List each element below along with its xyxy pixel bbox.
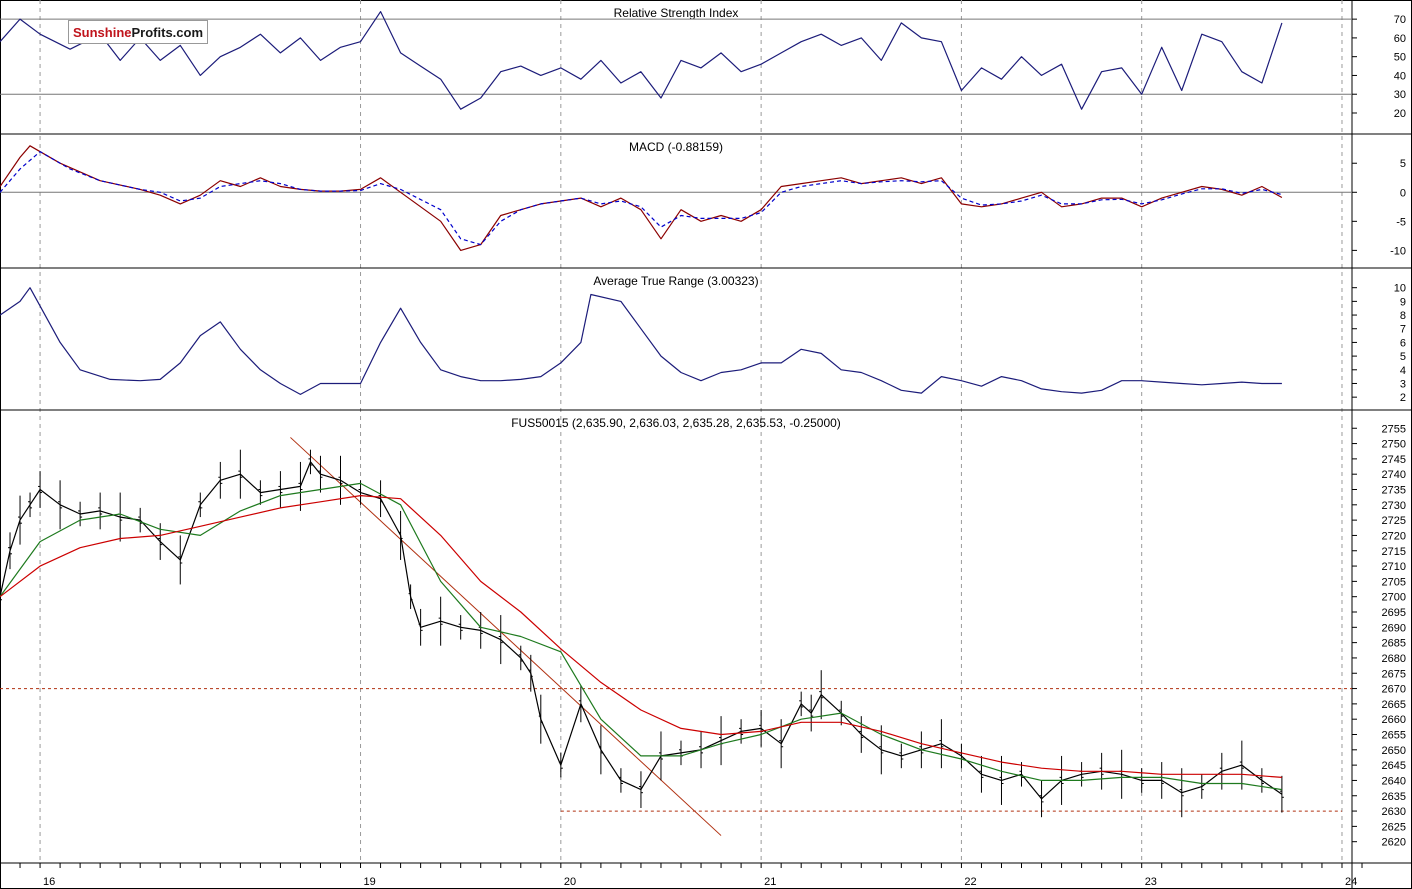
y-tick-label: 2650 xyxy=(1382,745,1406,757)
panel-title: Relative Strength Index xyxy=(614,6,739,20)
y-tick-label: 2755 xyxy=(1382,423,1406,435)
y-tick-label: 2645 xyxy=(1382,760,1406,772)
y-tick-label: 2705 xyxy=(1382,576,1406,588)
y-tick-label: 2745 xyxy=(1382,454,1406,466)
y-tick-label: 2 xyxy=(1400,392,1406,404)
y-tick-label: 2695 xyxy=(1382,607,1406,619)
panel-title: MACD (-0.88159) xyxy=(629,140,723,154)
y-tick-label: 2730 xyxy=(1382,500,1406,512)
y-tick-label: 40 xyxy=(1394,70,1406,82)
y-tick-label: -5 xyxy=(1396,216,1406,228)
y-tick-label: 10 xyxy=(1394,283,1406,295)
y-tick-label: -10 xyxy=(1390,245,1406,257)
x-tick-label: 22 xyxy=(964,876,976,888)
sunshine-profits-logo: Sunshine Profits.com xyxy=(68,20,209,44)
x-tick-label: 24 xyxy=(1345,876,1357,888)
y-tick-label: 50 xyxy=(1394,52,1406,64)
atr-line xyxy=(0,287,1282,395)
y-tick-label: 2720 xyxy=(1382,530,1406,542)
y-tick-label: 2620 xyxy=(1382,837,1406,849)
y-tick-label: 2665 xyxy=(1382,699,1406,711)
y-tick-label: 6 xyxy=(1400,337,1406,349)
y-tick-label: 4 xyxy=(1400,365,1406,377)
y-tick-label: 60 xyxy=(1394,33,1406,45)
y-tick-label: 20 xyxy=(1394,108,1406,120)
y-tick-label: 2640 xyxy=(1382,775,1406,787)
y-tick-label: 70 xyxy=(1394,14,1406,26)
y-tick-label: 8 xyxy=(1400,310,1406,322)
logo-part1: Sunshine xyxy=(73,24,132,40)
y-tick-label: 2670 xyxy=(1382,684,1406,696)
y-tick-label: 9 xyxy=(1400,296,1406,308)
y-tick-label: 2715 xyxy=(1382,546,1406,558)
y-tick-label: 2635 xyxy=(1382,791,1406,803)
macd-line xyxy=(0,145,1283,251)
chart-svg: 16 19 20 21 22 23 24Relative Strength Index706… xyxy=(0,0,1412,889)
y-tick-label: 2675 xyxy=(1382,668,1406,680)
y-tick-label: 2625 xyxy=(1382,821,1406,833)
y-tick-label: 2750 xyxy=(1382,439,1406,451)
y-tick-label: 2685 xyxy=(1382,638,1406,650)
y-tick-label: 2700 xyxy=(1382,592,1406,604)
price-line xyxy=(0,461,1283,800)
y-tick-label: 0 xyxy=(1400,187,1406,199)
x-tick-label: 21 xyxy=(764,876,776,888)
y-tick-label: 2630 xyxy=(1382,806,1406,818)
y-tick-label: 30 xyxy=(1394,89,1406,101)
y-tick-label: 2660 xyxy=(1382,714,1406,726)
panel-title: FUS50015 (2,635.90, 2,636.03, 2,635.28, … xyxy=(511,416,841,430)
y-tick-label: 2680 xyxy=(1382,653,1406,665)
y-tick-label: 2740 xyxy=(1382,469,1406,481)
y-tick-label: 2690 xyxy=(1382,622,1406,634)
y-tick-label: 3 xyxy=(1400,378,1406,390)
y-tick-label: 5 xyxy=(1400,351,1406,363)
y-tick-label: 2725 xyxy=(1382,515,1406,527)
y-tick-label: 2710 xyxy=(1382,561,1406,573)
x-tick-label: 19 xyxy=(364,876,376,888)
ma-long-line xyxy=(0,495,1282,778)
x-tick-label: 23 xyxy=(1145,876,1157,888)
panel-title: Average True Range (3.00323) xyxy=(593,274,758,288)
y-tick-label: 5 xyxy=(1400,158,1406,170)
y-tick-label: 2735 xyxy=(1382,485,1406,497)
ma-short-line xyxy=(0,482,1282,791)
x-tick-label: 16 xyxy=(43,876,55,888)
y-tick-label: 7 xyxy=(1400,324,1406,336)
y-tick-label: 2655 xyxy=(1382,730,1406,742)
logo-part2: Profits.com xyxy=(131,24,204,40)
chart-root: 16 19 20 21 22 23 24 Relative Strength Index 70 6… xyxy=(0,0,1412,889)
trendline xyxy=(290,437,722,836)
x-tick-label: 20 xyxy=(564,876,576,888)
